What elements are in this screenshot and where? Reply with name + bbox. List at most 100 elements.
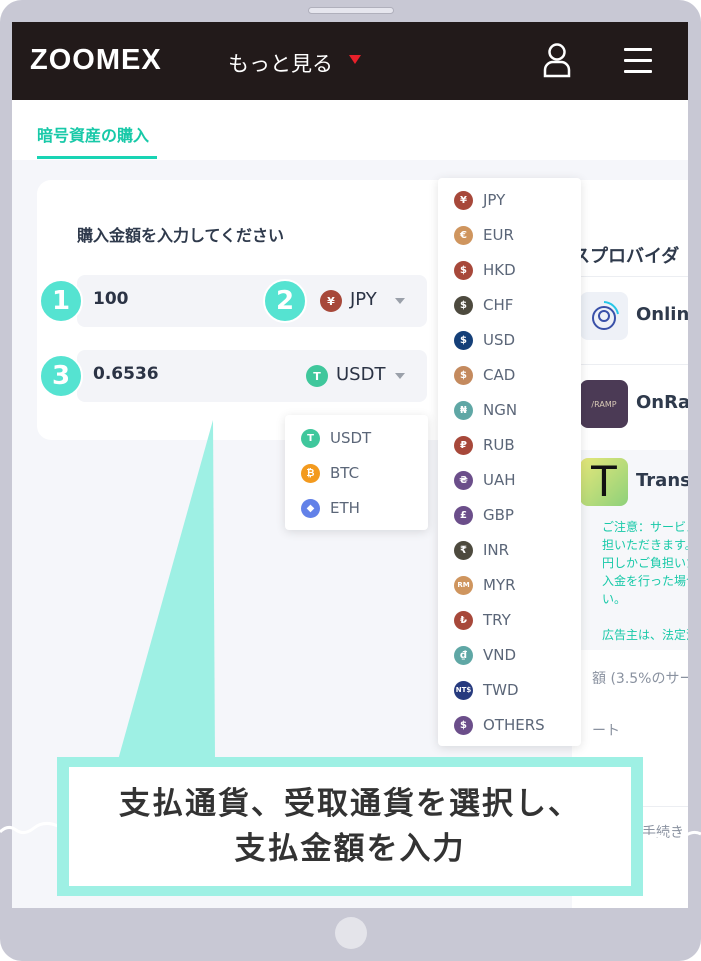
dropdown-option-btc[interactable]: ₿ BTC: [301, 462, 359, 484]
provider-notice: ご注意：サービス担いただきます。円しかご負担いた入金を行った場合い。: [602, 520, 688, 606]
option-label: TWD: [483, 681, 519, 699]
dropdown-option-hkd[interactable]: $ HKD: [454, 259, 516, 281]
dropdown-option-myr[interactable]: RM MYR: [454, 574, 516, 596]
pay-amount-input[interactable]: 100: [93, 289, 129, 309]
option-label: TRY: [483, 611, 511, 629]
option-label: HKD: [483, 261, 516, 279]
dropdown-option-usdt[interactable]: T USDT: [301, 427, 371, 449]
option-label: CHF: [483, 296, 514, 314]
dropdown-option-vnd[interactable]: ₫ VND: [454, 644, 516, 666]
step-badge-3: 3: [39, 354, 83, 398]
pay-currency-select[interactable]: JPY: [350, 289, 377, 310]
dropdown-option-others[interactable]: $ OTHERS: [454, 714, 545, 736]
user-icon[interactable]: [542, 42, 572, 78]
onramp-logo: /RAMP: [580, 380, 628, 428]
instruction-callout: 支払通貨、受取通貨を選択し、 支払金額を入力: [57, 757, 643, 896]
caret-down-icon: [349, 55, 361, 64]
option-label: MYR: [483, 576, 516, 594]
provider-onlinep[interactable]: OnlineP: [636, 304, 688, 325]
step-badge-1: 1: [39, 279, 83, 323]
card-title: 購入金額を入力してください: [77, 226, 285, 245]
cad-icon: $: [454, 365, 473, 385]
onlinep-logo: [580, 292, 628, 340]
dropdown-option-uah[interactable]: ₴ UAH: [454, 469, 516, 491]
gbp-icon: £: [454, 505, 473, 525]
option-label: NGN: [483, 401, 518, 419]
dropdown-option-inr[interactable]: ₹ INR: [454, 539, 509, 561]
crypto-dropdown: T USDT ₿ BTC ◆ ETH: [285, 415, 428, 530]
dropdown-option-jpy[interactable]: ¥ JPY: [454, 189, 505, 211]
chevron-down-icon[interactable]: [395, 373, 405, 379]
receive-amount-input[interactable]: 0.6536: [93, 364, 159, 384]
fiat-dropdown: ¥ JPY € EUR $ HKD $ CHF $ USD $ CAD ₦ NGN ₽ RUB ₴ UAH £ GBP…: [438, 178, 581, 746]
receive-currency-select[interactable]: USDT: [336, 364, 385, 385]
option-label: OTHERS: [483, 716, 545, 734]
tab-bar: 暗号資産の購入: [12, 100, 688, 160]
tab-active-indicator: [37, 156, 157, 159]
rub-icon: ₽: [454, 435, 473, 455]
option-label: EUR: [483, 226, 514, 244]
callout-line-1: 支払通貨、受取通貨を選択し、: [119, 785, 581, 822]
provider-heading: スプロバイダ: [572, 246, 680, 267]
vnd-icon: ₫: [454, 645, 473, 665]
dropdown-option-try[interactable]: ₺ TRY: [454, 609, 511, 631]
procedure-text: 手続き: [642, 825, 684, 841]
dropdown-option-ngn[interactable]: ₦ NGN: [454, 399, 517, 421]
twd-icon: NT$: [454, 680, 473, 700]
option-label: USD: [483, 331, 516, 349]
dropdown-option-cad[interactable]: $ CAD: [454, 364, 515, 386]
receive-amount-field[interactable]: 0.6536 T USDT: [77, 350, 427, 402]
option-label: ETH: [330, 499, 360, 517]
yen-icon: ¥: [320, 290, 342, 312]
tablet-speaker: [308, 7, 394, 14]
btc-icon: ₿: [301, 463, 320, 483]
dropdown-option-eth[interactable]: ◆ ETH: [301, 497, 360, 519]
tab-buy-crypto[interactable]: 暗号資産の購入: [37, 122, 149, 146]
usdt-icon: T: [301, 428, 320, 448]
usd-icon: $: [454, 330, 473, 350]
inr-icon: ₹: [454, 540, 473, 560]
eur-icon: €: [454, 225, 473, 245]
advertiser-note: 広告主は、法定法: [602, 628, 688, 642]
ngn-icon: ₦: [454, 400, 473, 420]
option-label: USDT: [330, 429, 372, 447]
uah-icon: ₴: [454, 470, 473, 490]
rate-text: ート: [592, 723, 620, 739]
tether-icon: T: [306, 365, 328, 387]
option-label: VND: [483, 646, 517, 664]
option-label: JPY: [483, 191, 506, 209]
chf-icon: $: [454, 295, 473, 315]
option-label: BTC: [330, 464, 360, 482]
provider-transg[interactable]: TransG: [636, 470, 688, 491]
callout-line-2: 支払金額を入力: [234, 830, 466, 867]
myr-icon: RM: [454, 575, 473, 595]
others-icon: $: [454, 715, 473, 735]
option-label: GBP: [483, 506, 514, 524]
hamburger-menu-icon[interactable]: [624, 48, 652, 73]
option-label: CAD: [483, 366, 516, 384]
dropdown-option-usd[interactable]: $ USD: [454, 329, 515, 351]
dropdown-option-chf[interactable]: $ CHF: [454, 294, 513, 316]
dropdown-option-rub[interactable]: ₽ RUB: [454, 434, 515, 456]
eth-icon: ◆: [301, 498, 320, 518]
jpy-icon: ¥: [454, 190, 473, 210]
provider-onramp[interactable]: OnRamp: [636, 392, 688, 413]
dropdown-option-twd[interactable]: NT$ TWD: [454, 679, 519, 701]
dropdown-option-gbp[interactable]: £ GBP: [454, 504, 514, 526]
purchase-card: 購入金額を入力してください 100 ¥ JPY 0.6536 T USDT: [37, 180, 467, 440]
home-button: [335, 917, 367, 949]
chevron-down-icon[interactable]: [395, 298, 405, 304]
option-label: UAH: [483, 471, 516, 489]
top-nav: ZOOMEX もっと見る: [12, 22, 688, 100]
pay-amount-field[interactable]: 100 ¥ JPY: [77, 275, 427, 327]
dropdown-option-eur[interactable]: € EUR: [454, 224, 514, 246]
option-label: INR: [483, 541, 510, 559]
step-badge-2: 2: [263, 279, 307, 323]
fee-text: 額 (3.5%のサー: [592, 671, 688, 687]
more-menu[interactable]: もっと見る: [228, 48, 333, 78]
option-label: RUB: [483, 436, 515, 454]
try-icon: ₺: [454, 610, 473, 630]
transg-logo: T: [580, 458, 628, 506]
zoomex-logo[interactable]: ZOOMEX: [30, 44, 162, 77]
hkd-icon: $: [454, 260, 473, 280]
